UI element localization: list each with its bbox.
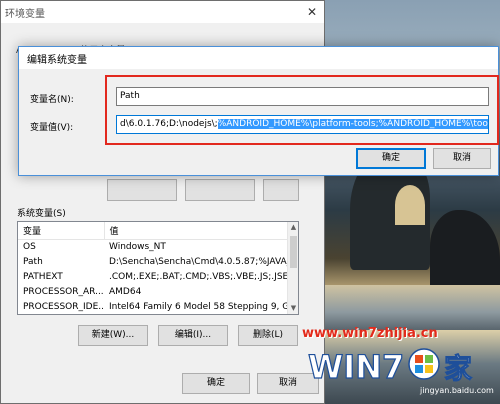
edit-button[interactable]: 编辑(I)...: [158, 325, 228, 346]
table-row[interactable]: OS Windows_NT: [18, 239, 288, 254]
system-variables-label: 系统变量(S): [17, 209, 66, 219]
new-button[interactable]: 新建(W)...: [78, 325, 148, 346]
system-variables-list[interactable]: 变量 值 OS Windows_NT Path D:\Sencha\Sencha…: [17, 221, 299, 315]
table-row[interactable]: Path D:\Sencha\Sencha\Cmd\4.0.5.87;%JAVA…: [18, 254, 288, 269]
dialog-ok-button[interactable]: 确定: [356, 148, 426, 169]
variable-name-cell: PROCESSOR_AR...: [23, 286, 104, 297]
edit-system-variable-dialog: 编辑系统变量 变量名(N): Path 变量值(V): d\6.0.1.76;D…: [18, 46, 499, 176]
wallpaper-arch-light: [395, 185, 425, 225]
variable-value-cell: Intel64 Family 6 Model 58 Stepping 9, G.…: [109, 301, 288, 312]
watermark-logo-text: WIN7: [308, 348, 404, 386]
watermark-url: www.win7zhijia.cn: [302, 326, 438, 341]
system-variables-table: 变量 值 OS Windows_NT Path D:\Sencha\Sencha…: [18, 222, 288, 314]
scroll-down-icon[interactable]: ▼: [288, 303, 298, 314]
table-row[interactable]: PATHEXT .COM;.EXE;.BAT;.CMD;.VBS;.VBE;.J…: [18, 269, 288, 284]
window-titlebar: 环境变量: [1, 1, 324, 23]
variable-value-cell: D:\Sencha\Sencha\Cmd\4.0.5.87;%JAVA_...: [109, 256, 288, 267]
variable-value-label: 变量值(V):: [30, 123, 74, 133]
scroll-up-icon[interactable]: ▲: [288, 222, 298, 233]
variable-name-cell: PROCESSOR_IDE...: [23, 301, 104, 312]
variable-name-label: 变量名(N):: [30, 95, 74, 105]
table-row[interactable]: PROCESSOR_IDE... Intel64 Family 6 Model …: [18, 299, 288, 314]
watermark-small-text: jingyan.baidu.com: [420, 386, 494, 395]
variable-value-cell: Windows_NT: [109, 241, 166, 252]
watermark-logo-text-cn: 家: [444, 352, 472, 385]
variable-name-cell: PATHEXT: [23, 271, 63, 282]
column-header-value[interactable]: 值: [104, 222, 288, 240]
dialog-titlebar: 编辑系统变量: [19, 47, 498, 69]
table-row[interactable]: PROCESSOR_AR... AMD64: [18, 284, 288, 299]
delete-button[interactable]: 删除(L): [238, 325, 298, 346]
user-new-button[interactable]: [107, 179, 177, 201]
user-edit-button[interactable]: [185, 179, 255, 201]
close-icon[interactable]: ✕: [304, 4, 320, 20]
ok-button[interactable]: 确定: [182, 373, 250, 394]
variable-value-cell: AMD64: [109, 286, 142, 297]
table-header-row: 变量 值: [18, 222, 288, 240]
dialog-cancel-button[interactable]: 取消: [433, 148, 491, 169]
variable-value-cell: .COM;.EXE;.BAT;.CMD;.VBS;.VBE;.JS;.JSE;.…: [109, 271, 288, 282]
wallpaper-water: [325, 285, 500, 330]
variable-name-cell: Path: [23, 256, 43, 267]
windows-flag-icon: [408, 348, 440, 380]
column-header-variable[interactable]: 变量: [18, 222, 105, 240]
highlight-box: [105, 75, 499, 145]
dialog-title: 编辑系统变量: [27, 54, 87, 66]
user-delete-button[interactable]: [263, 179, 299, 201]
variable-name-cell: OS: [23, 241, 36, 252]
watermark-logo: WIN7 家: [307, 347, 472, 386]
scrollbar-thumb[interactable]: [290, 236, 297, 268]
window-title: 环境变量: [5, 8, 45, 20]
vertical-scrollbar[interactable]: ▲ ▼: [287, 222, 298, 314]
